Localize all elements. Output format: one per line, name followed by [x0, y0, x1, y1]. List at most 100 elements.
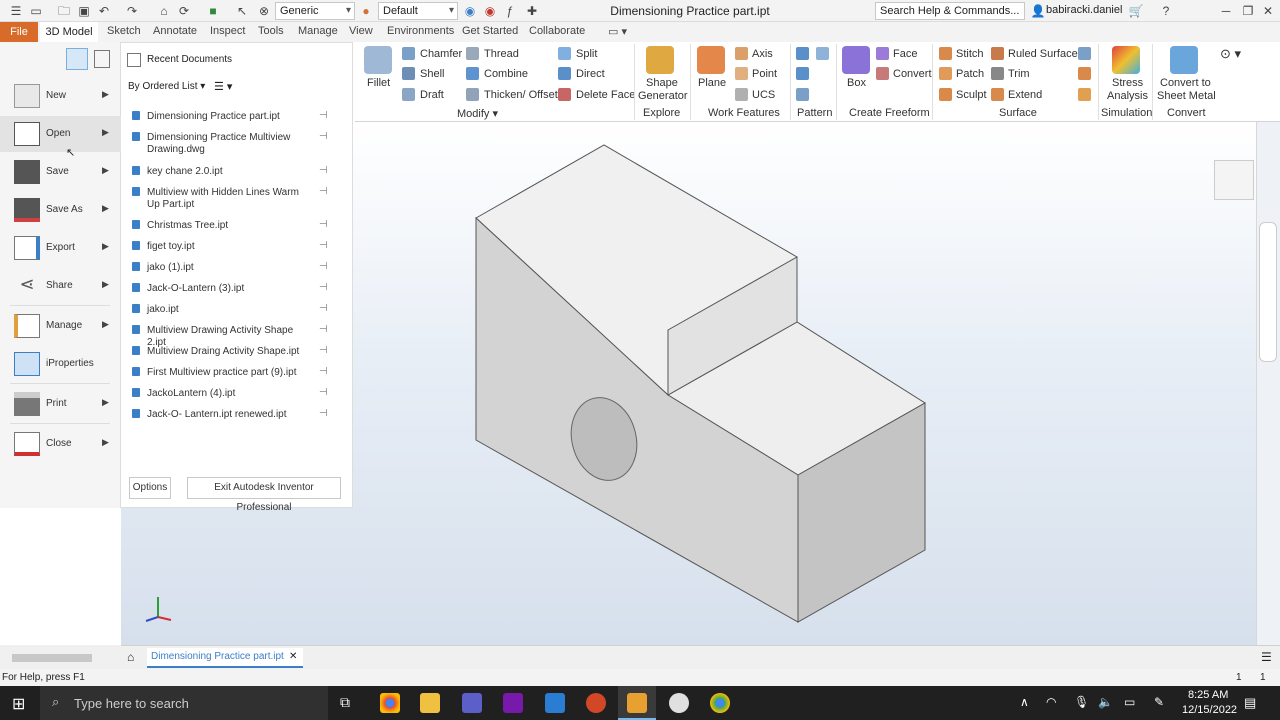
patch-icon[interactable]	[939, 67, 952, 80]
clear-icon[interactable]: ◉	[482, 3, 498, 19]
tab-menu-icon[interactable]: ☰	[1261, 650, 1272, 664]
repair-icon[interactable]	[1078, 67, 1091, 80]
shell-icon[interactable]	[402, 67, 415, 80]
help-icon[interactable]: ?	[1158, 3, 1174, 19]
microphone-icon[interactable]: 🎙	[1074, 695, 1089, 709]
box-label[interactable]: Box	[847, 77, 866, 89]
app-icon[interactable]	[669, 693, 689, 713]
notification-icon[interactable]: ▤	[1244, 695, 1256, 711]
stress-label-2[interactable]: Analysis	[1107, 90, 1148, 102]
point-icon[interactable]	[735, 67, 748, 80]
axis-label[interactable]: Axis	[752, 48, 773, 60]
ribbon-more-icon[interactable]: ⊙ ▾	[1220, 46, 1241, 62]
ruled-surface-label[interactable]: Ruled Surface	[1008, 48, 1078, 60]
draft-label[interactable]: Draft	[420, 89, 444, 101]
tab-environments[interactable]: Environments	[387, 25, 454, 37]
stitch-label[interactable]: Stitch	[956, 48, 984, 60]
convert-freeform-icon[interactable]	[876, 67, 889, 80]
tab-tools[interactable]: Tools	[258, 25, 284, 37]
wifi-icon[interactable]: ◠	[1046, 695, 1056, 709]
tab-get-started[interactable]: Get Started	[462, 25, 518, 37]
undo-icon[interactable]: ↶	[96, 3, 112, 19]
draft-icon[interactable]	[402, 88, 415, 101]
close-window-icon[interactable]: ✕	[1260, 3, 1276, 19]
minimize-icon[interactable]: ─	[1218, 3, 1234, 19]
clock-date[interactable]: 12/15/2022	[1182, 704, 1237, 716]
tray-chevron-icon[interactable]: ∧	[1020, 695, 1029, 709]
file-explorer-icon[interactable]	[420, 693, 440, 713]
pin-icon[interactable]: ⊣	[319, 165, 328, 177]
face-icon[interactable]	[876, 47, 889, 60]
thread-icon[interactable]	[466, 47, 479, 60]
home-icon[interactable]: ⌂	[156, 3, 172, 19]
replace-face-icon[interactable]	[1078, 47, 1091, 60]
mirror-icon[interactable]	[796, 88, 809, 101]
menu-manage[interactable]: Manage ▶	[0, 308, 121, 344]
teams-icon[interactable]	[462, 693, 482, 713]
menu-iproperties[interactable]: iProperties	[0, 346, 121, 382]
trim-label[interactable]: Trim	[1008, 68, 1030, 80]
thicken-label[interactable]: Thicken/ Offset	[484, 89, 558, 101]
patch-label[interactable]: Patch	[956, 68, 984, 80]
thread-label[interactable]: Thread	[484, 48, 519, 60]
point-label[interactable]: Point	[752, 68, 777, 80]
ucs-label[interactable]: UCS	[752, 89, 775, 101]
sheet-metal-label-2[interactable]: Sheet Metal	[1157, 90, 1216, 102]
plane-icon[interactable]	[697, 46, 725, 74]
new-icon[interactable]: ▭	[28, 3, 44, 19]
circular-pattern-icon[interactable]	[816, 47, 829, 60]
axis-icon[interactable]	[735, 47, 748, 60]
volume-icon[interactable]: 🔈	[1098, 695, 1113, 709]
redo-icon[interactable]: ↷	[124, 3, 140, 19]
tab-annotate[interactable]: Annotate	[153, 25, 197, 37]
tab-manage[interactable]: Manage	[298, 25, 338, 37]
direct-label[interactable]: Direct	[576, 68, 605, 80]
tab-view[interactable]: View	[349, 25, 373, 37]
tab-collaborate[interactable]: Collaborate	[529, 25, 585, 37]
user-name[interactable]: babiracki.daniel	[1046, 4, 1122, 16]
delete-face-label[interactable]: Delete Face	[576, 89, 635, 101]
scroll-thumb[interactable]	[12, 654, 92, 662]
pin-icon[interactable]: ⊣	[319, 303, 328, 315]
trim-icon[interactable]	[991, 67, 1004, 80]
stress-label-1[interactable]: Stress	[1112, 77, 1143, 89]
powerpoint-icon[interactable]	[586, 693, 606, 713]
shape-generator-icon[interactable]	[646, 46, 674, 74]
shell-label[interactable]: Shell	[420, 68, 444, 80]
nav-tools-icon[interactable]	[1259, 222, 1277, 362]
fillet-icon[interactable]	[364, 46, 392, 74]
sketch-pattern-icon[interactable]	[796, 67, 809, 80]
combine-label[interactable]: Combine	[484, 68, 528, 80]
shape-generator-label-1[interactable]: Shape	[646, 77, 678, 89]
chrome-icon[interactable]	[380, 693, 400, 713]
chamfer-label[interactable]: Chamfer	[420, 48, 462, 60]
pin-icon[interactable]: ⊣	[319, 186, 328, 198]
tab-file[interactable]: File	[0, 22, 38, 42]
split-icon[interactable]	[558, 47, 571, 60]
appearance-select[interactable]: Default	[378, 2, 458, 20]
pin-icon[interactable]: ⊣	[319, 219, 328, 231]
taskbar-search[interactable]: ⌕ Type here to search	[40, 686, 328, 720]
thicken-icon[interactable]	[466, 88, 479, 101]
cart-icon[interactable]: 🛒	[1128, 3, 1144, 19]
task-view-icon[interactable]: ⧉	[340, 694, 350, 711]
pen-icon[interactable]: ✎	[1154, 695, 1164, 709]
windows-start-icon[interactable]: ⊞	[12, 694, 25, 714]
pin-icon[interactable]: ⊣	[319, 387, 328, 399]
tab-sketch[interactable]: Sketch	[107, 25, 141, 37]
menu-open[interactable]: Open ▶	[0, 116, 121, 152]
select-icon[interactable]: ↖	[234, 3, 250, 19]
stress-analysis-icon[interactable]	[1112, 46, 1140, 74]
menu-export[interactable]: Export ▶	[0, 230, 121, 266]
menu-close[interactable]: Close ▶	[0, 426, 121, 462]
ruled-surface-icon[interactable]	[991, 47, 1004, 60]
sculpt-icon[interactable]	[939, 88, 952, 101]
pin-icon[interactable]: ⊣	[319, 261, 328, 273]
whiteboard-icon[interactable]	[545, 693, 565, 713]
extend-label[interactable]: Extend	[1008, 89, 1042, 101]
open-docs-icon[interactable]	[94, 50, 110, 68]
box-icon[interactable]	[842, 46, 870, 74]
sheet-metal-label-1[interactable]: Convert to	[1160, 77, 1211, 89]
pin-icon[interactable]: ⊣	[319, 345, 328, 357]
menu-print[interactable]: Print ▶	[0, 386, 121, 422]
